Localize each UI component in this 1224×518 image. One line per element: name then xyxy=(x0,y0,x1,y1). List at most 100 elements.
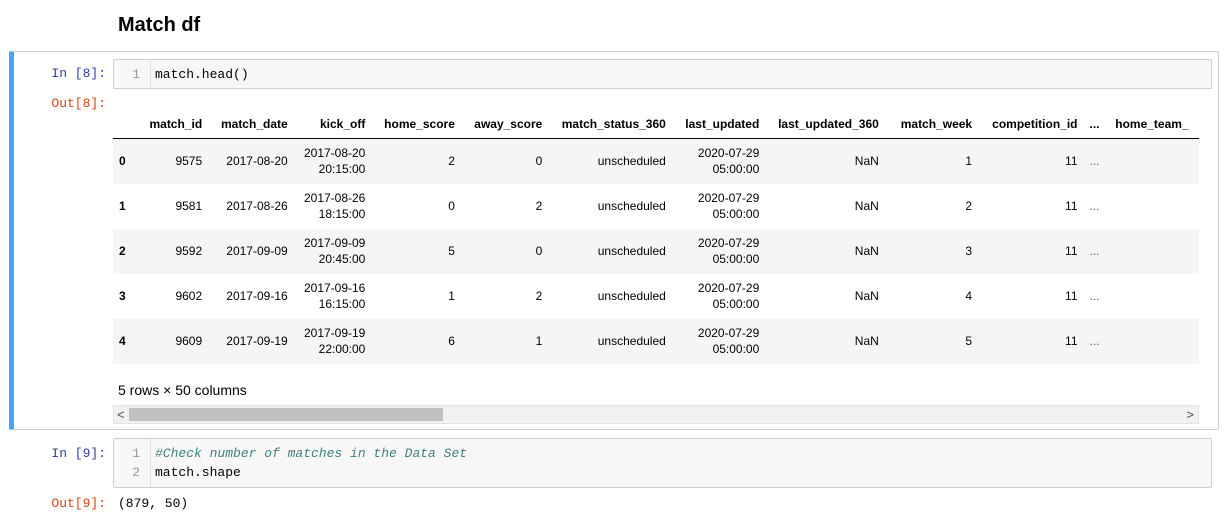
column-header: kick_off xyxy=(293,110,372,139)
line-number: 1 xyxy=(132,67,140,82)
table-row: 3 9602 2017-09-16 2017-09-16 16:15:00 1 2… xyxy=(113,274,1199,319)
cell-last-updated: 2020-07-29 05:00:00 xyxy=(672,139,765,184)
column-header: last_updated_360 xyxy=(765,110,885,139)
cell-ellipsis: ... xyxy=(1089,154,1100,169)
cell-match-week: 5 xyxy=(965,334,973,348)
code-input[interactable]: 1 2 #Check number of matches in the Data… xyxy=(113,438,1212,488)
cell-match-status-360: unscheduled xyxy=(597,154,666,169)
cell-home-team xyxy=(1109,319,1199,364)
header-row: match_id match_date kick_off home_score … xyxy=(113,110,1199,139)
cell-ellipsis: ... xyxy=(1089,289,1100,303)
kick-off-date: 2017-09-16 xyxy=(303,281,366,295)
kick-off-time: 20:45:00 xyxy=(318,252,366,266)
cell-home-team xyxy=(1109,229,1199,274)
cell-kick-off: 2017-08-20 20:15:00 xyxy=(294,139,372,184)
line-number: 1 xyxy=(132,446,140,461)
column-header: match_date xyxy=(208,110,294,139)
row-index: 2 xyxy=(119,244,126,258)
cell-home-score: 6 xyxy=(448,334,455,348)
cell-last-updated-360: NaN xyxy=(854,289,879,303)
cell-match-status-360: unscheduled xyxy=(597,244,666,258)
cell-home-score: 0 xyxy=(448,199,455,213)
code-input[interactable]: 1 match.head() xyxy=(113,59,1212,89)
column-header: match_status_360 xyxy=(548,110,672,139)
cell-competition-id: 11 xyxy=(1065,154,1078,169)
cell-ellipsis: ... xyxy=(1089,334,1100,348)
last-updated-date: 2020-07-29 xyxy=(697,191,760,205)
kick-off-date: 2017-08-20 xyxy=(303,146,366,161)
cell-kick-off: 2017-09-09 20:45:00 xyxy=(294,229,372,274)
cell-match-date: 2017-08-26 xyxy=(226,199,288,213)
table-row: 4 9609 2017-09-19 2017-09-19 22:00:00 6 1… xyxy=(113,318,1199,364)
column-header: match_id xyxy=(138,110,209,139)
code-comment-line: #Check number of matches in the Data Set xyxy=(155,446,468,461)
dataframe-output: match_id match_date kick_off home_score … xyxy=(113,110,1199,366)
column-header: ... xyxy=(1083,110,1110,139)
column-header: away_score xyxy=(460,110,549,139)
last-updated-date: 2020-07-29 xyxy=(697,281,760,295)
column-header: match_week xyxy=(884,110,979,139)
cell-match-status-360: unscheduled xyxy=(597,289,666,303)
cell-competition-id: 11 xyxy=(1065,334,1078,348)
cell-last-updated: 2020-07-29 05:00:00 xyxy=(672,184,765,229)
cell-last-updated-360: NaN xyxy=(854,244,879,258)
section-heading: Match df xyxy=(118,14,201,36)
cell-match-id: 9602 xyxy=(175,289,203,303)
last-updated-date: 2020-07-29 xyxy=(697,146,760,161)
out-prompt: Out[8]: xyxy=(51,96,106,111)
column-header: home_team_ xyxy=(1109,110,1199,139)
cell-match-id: 9609 xyxy=(175,334,203,348)
out-prompt: Out[9]: xyxy=(51,496,106,511)
row-index: 4 xyxy=(119,334,126,348)
last-updated-time: 05:00:00 xyxy=(712,252,760,266)
last-updated-date: 2020-07-29 xyxy=(697,236,760,250)
table-row: 1 9581 2017-08-26 2017-08-26 18:15:00 0 2… xyxy=(113,184,1199,229)
cell-home-team xyxy=(1109,139,1199,184)
last-updated-date: 2020-07-29 xyxy=(697,326,760,340)
cell-last-updated-360: NaN xyxy=(854,334,879,348)
cell-match-week: 1 xyxy=(965,154,973,169)
cell-away-score: 2 xyxy=(535,199,543,213)
row-index: 0 xyxy=(119,154,126,169)
cell-away-score: 0 xyxy=(535,244,543,258)
cell-kick-off: 2017-08-26 18:15:00 xyxy=(294,184,372,229)
cell-match-week: 4 xyxy=(965,289,973,303)
cell-match-status-360: unscheduled xyxy=(597,199,666,213)
horizontal-scrollbar[interactable]: < > xyxy=(113,405,1199,424)
table-row: 0 9575 2017-08-20 2017-08-20 20:15:00 2 0… xyxy=(113,138,1199,184)
kick-off-time: 16:15:00 xyxy=(318,297,366,311)
shape-output: (879, 50) xyxy=(118,496,189,511)
in-prompt: In [9]: xyxy=(51,446,106,461)
cell-match-date: 2017-09-16 xyxy=(226,289,288,303)
cell-competition-id: 11 xyxy=(1065,199,1078,213)
column-header: last_updated xyxy=(671,110,766,139)
code-line: match.shape xyxy=(155,465,241,480)
cell-away-score: 2 xyxy=(535,289,543,303)
scroll-left-arrow-icon[interactable]: < xyxy=(117,406,125,423)
column-header: competition_id xyxy=(978,110,1084,139)
last-updated-time: 05:00:00 xyxy=(712,207,760,221)
scroll-right-arrow-icon[interactable]: > xyxy=(1186,406,1194,423)
cell-kick-off: 2017-09-19 22:00:00 xyxy=(294,319,372,364)
cell-home-score: 1 xyxy=(448,289,455,303)
kick-off-time: 20:15:00 xyxy=(318,162,366,177)
kick-off-time: 18:15:00 xyxy=(318,207,366,221)
cell-last-updated: 2020-07-29 05:00:00 xyxy=(672,319,765,364)
scrollbar-thumb[interactable] xyxy=(129,408,443,421)
line-number-gutter: 1 2 xyxy=(114,439,151,487)
cell-kick-off: 2017-09-16 16:15:00 xyxy=(294,274,372,319)
code-line: match.head() xyxy=(155,67,249,82)
cell-last-updated: 2020-07-29 05:00:00 xyxy=(672,274,765,319)
cell-home-score: 5 xyxy=(448,244,455,258)
cell-match-date: 2017-08-20 xyxy=(226,154,288,169)
kick-off-date: 2017-09-19 xyxy=(303,326,366,340)
cell-home-team xyxy=(1109,274,1199,319)
kick-off-date: 2017-08-26 xyxy=(303,191,366,205)
cell-match-id: 9581 xyxy=(175,199,203,213)
cell-match-date: 2017-09-19 xyxy=(226,334,288,348)
kick-off-time: 22:00:00 xyxy=(318,342,366,356)
index-header xyxy=(113,110,139,139)
cell-home-team xyxy=(1109,184,1199,229)
cell-match-status-360: unscheduled xyxy=(597,334,666,348)
dataframe-table: match_id match_date kick_off home_score … xyxy=(113,110,1199,364)
